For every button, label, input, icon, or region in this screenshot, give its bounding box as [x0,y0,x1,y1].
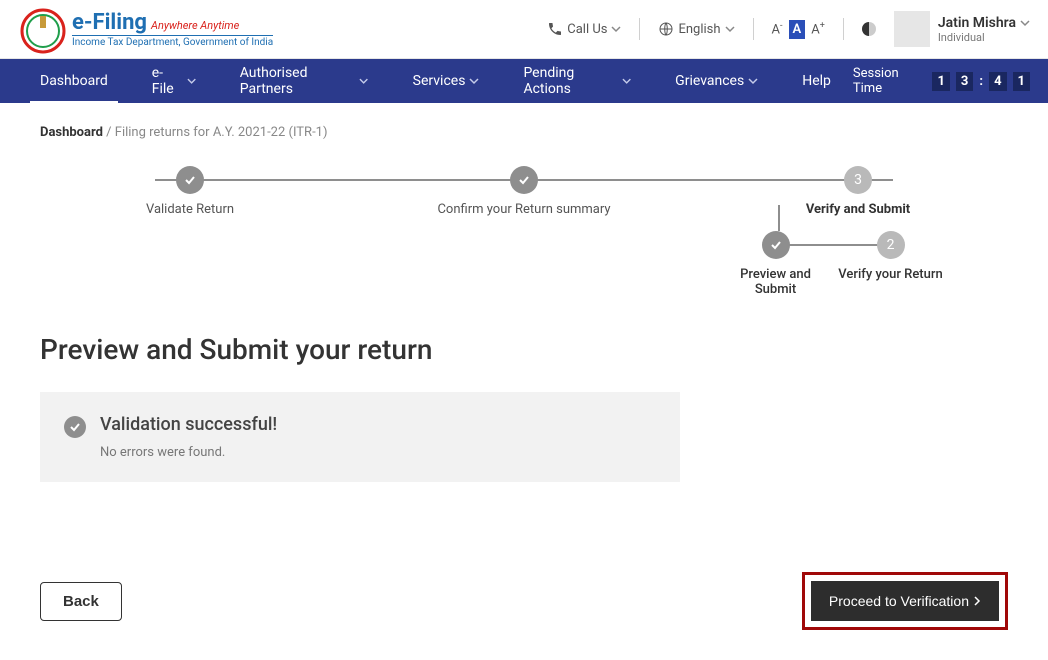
user-menu[interactable]: Jatin Mishra Individual [894,11,1030,47]
proceed-highlight-box: Proceed to Verification [802,572,1008,630]
brand-block: e‑Filing Anywhere Anytime Income Tax Dep… [18,6,273,52]
step-number-icon: 3 [844,166,872,194]
font-default-button[interactable]: A [789,20,806,39]
call-us-label: Call Us [567,22,607,37]
nav-help[interactable]: Help [780,59,853,103]
language-label: English [678,22,720,37]
divider [639,18,640,40]
avatar [894,11,930,47]
call-us-link[interactable]: Call Us [547,21,621,37]
contrast-toggle-icon[interactable] [862,22,876,36]
user-role-label: Individual [938,31,1030,44]
font-size-controls: A- A A+ [772,20,825,39]
chevron-down-icon [748,76,758,86]
main-nav: Dashboard e-File Authorised Partners Ser… [0,59,1048,103]
step-verify-submit: 3 Verify and Submit [768,166,948,217]
session-digit: 1 [932,72,949,91]
step-label: Verify and Submit [806,202,910,217]
session-digit: 4 [989,72,1006,91]
govt-emblem-icon [18,6,64,52]
breadcrumb-root[interactable]: Dashboard [40,125,103,140]
chevron-down-icon [469,76,479,86]
success-check-icon [64,416,86,438]
step-number-icon: 2 [877,231,905,259]
session-timer: Session Time 1 3 : 4 1 [853,66,1030,96]
step-label: Confirm your Return summary [437,202,610,217]
brand-tagline: Anywhere Anytime [151,19,239,32]
phone-icon [547,21,563,37]
step-confirm-summary: Confirm your Return summary [434,166,614,217]
nav-efile[interactable]: e-File [130,59,218,103]
nav-grievances[interactable]: Grievances [653,59,780,103]
substep-label: Preview and Submit [718,267,833,297]
validation-subtext: No errors were found. [100,445,277,460]
divider [843,18,844,40]
step-label: Validate Return [146,202,234,217]
session-label: Session Time [853,66,927,96]
chevron-down-icon [359,76,368,86]
chevron-down-icon [622,76,631,86]
divider [753,18,754,40]
brand-dept: Income Tax Department, Government of Ind… [72,35,273,48]
step-check-icon [762,231,790,259]
language-selector[interactable]: English [658,21,734,37]
substep-label: Verify your Return [838,267,942,282]
session-digit: 1 [1013,72,1030,91]
font-decrease-button[interactable]: A- [772,21,783,37]
validation-title: Validation successful! [100,414,277,435]
chevron-down-icon [187,76,196,86]
proceed-label: Proceed to Verification [829,593,969,609]
session-digit: 3 [956,72,973,91]
top-right-controls: Call Us English A- A A+ Jatin Mishra Ind… [547,11,1030,47]
breadcrumb-trail: / Filing returns for A.Y. 2021-22 (ITR-1… [106,125,327,140]
chevron-down-icon [725,24,735,34]
nav-pending-actions[interactable]: Pending Actions [501,59,653,103]
step-validate-return: Validate Return [100,166,280,217]
proceed-to-verification-button[interactable]: Proceed to Verification [811,581,999,621]
step-check-icon [510,166,538,194]
font-increase-button[interactable]: A+ [811,21,825,37]
page-title: Preview and Submit your return [40,333,1008,366]
chevron-down-icon [611,24,621,34]
nav-dashboard[interactable]: Dashboard [18,59,130,103]
globe-icon [658,21,674,37]
brand-title: e‑Filing [72,10,147,35]
nav-authorised-partners[interactable]: Authorised Partners [218,59,391,103]
top-header: e‑Filing Anywhere Anytime Income Tax Dep… [0,0,1048,59]
chevron-right-icon [973,596,981,606]
validation-card: Validation successful! No errors were fo… [40,392,680,482]
breadcrumb: Dashboard / Filing returns for A.Y. 2021… [40,125,1008,140]
chevron-down-icon [1020,18,1030,28]
substep-preview-submit: Preview and Submit [718,231,833,297]
step-check-icon [176,166,204,194]
nav-services[interactable]: Services [391,59,502,103]
user-name-label: Jatin Mishra [938,15,1016,31]
back-button[interactable]: Back [40,582,122,621]
progress-stepper: Validate Return Confirm your Return summ… [100,166,948,297]
session-colon: : [979,74,983,89]
substep-verify-return: 2 Verify your Return [833,231,948,282]
